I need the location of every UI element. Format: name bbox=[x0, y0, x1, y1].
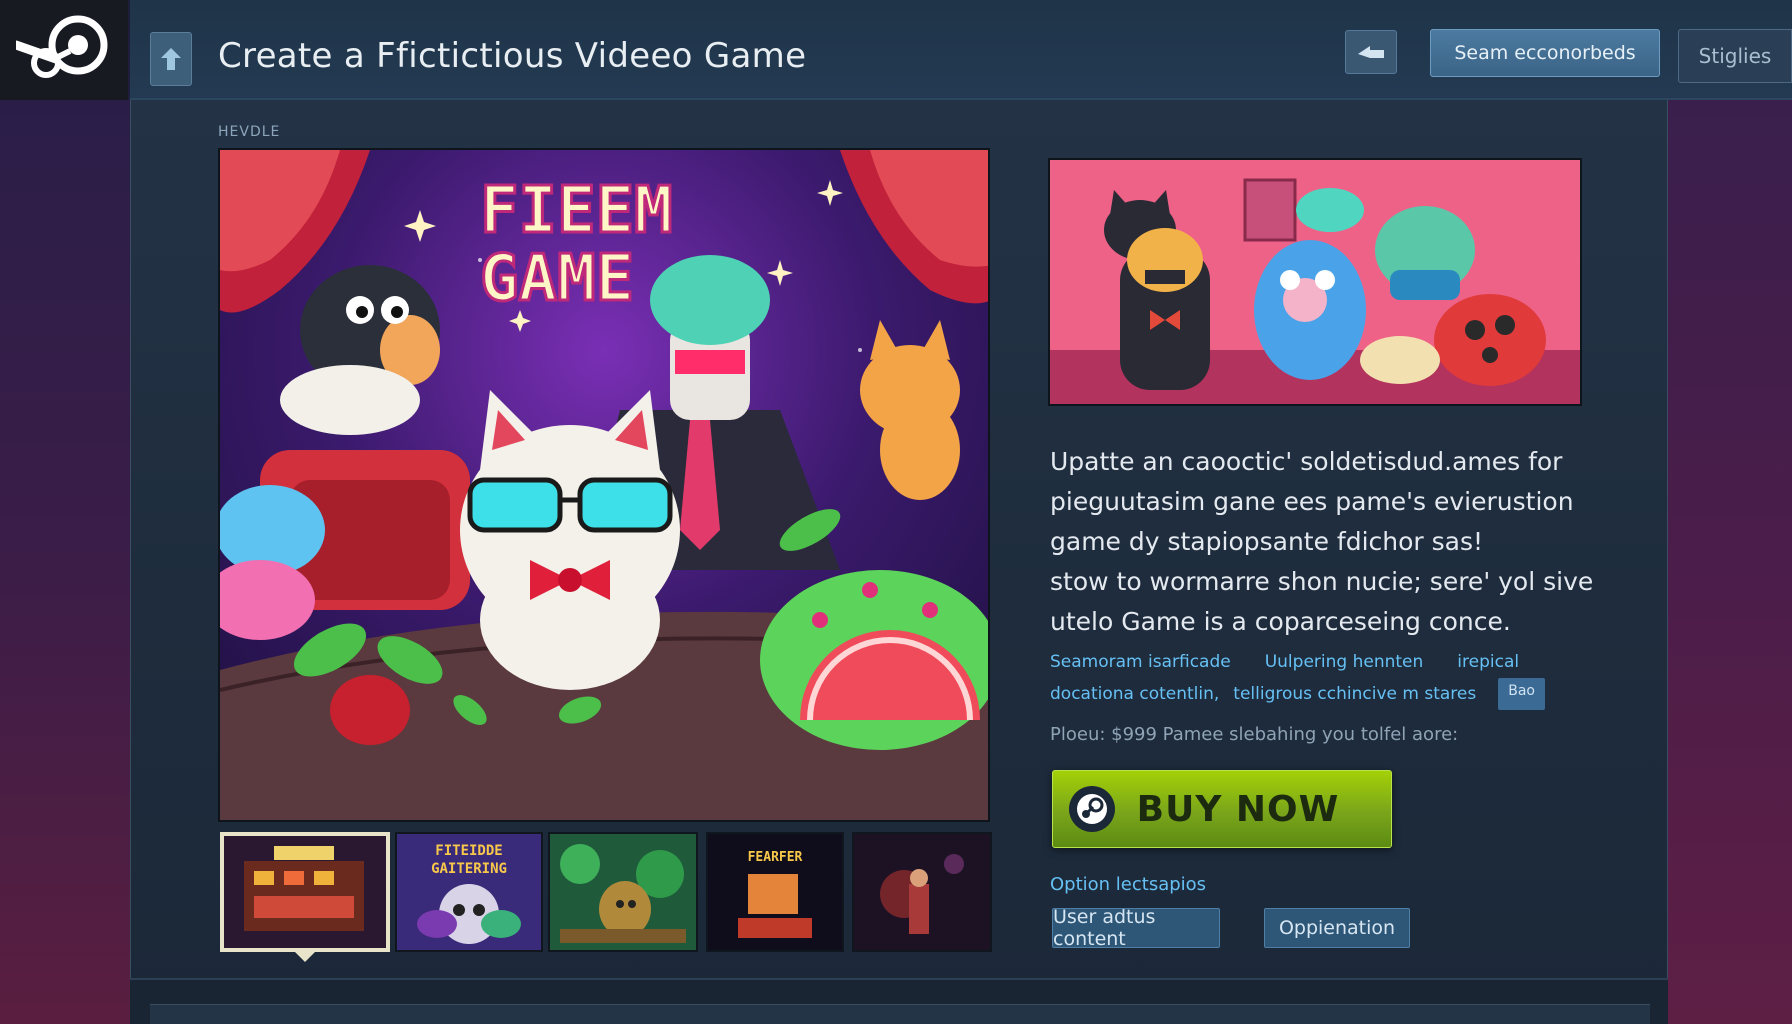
section-label: HEVDLE bbox=[218, 124, 281, 140]
page-title: Create a Ffictictious Videeo Game bbox=[218, 36, 807, 76]
thumbnail-2-caption: FITEIDDE GAITERING bbox=[431, 843, 507, 877]
options-label: Option lectsapios bbox=[1050, 874, 1207, 895]
thumbnail-5[interactable] bbox=[852, 832, 992, 952]
meta-info: Seamoram isarficade Uulpering hennten ir… bbox=[1050, 646, 1610, 710]
up-arrow-icon bbox=[161, 48, 181, 70]
thumbnail-3[interactable] bbox=[548, 832, 698, 952]
hero-title-line2: GAME bbox=[480, 242, 634, 316]
thumbnail-3-image bbox=[550, 834, 696, 950]
meta-item[interactable]: irepical bbox=[1457, 646, 1519, 678]
meta-item[interactable]: Seamoram isarficade bbox=[1050, 646, 1231, 678]
capsule-illustration bbox=[1050, 160, 1580, 404]
buy-now-label: BUY NOW bbox=[1136, 788, 1340, 830]
right-side-background bbox=[1668, 100, 1792, 1024]
hero-artwork[interactable]: FIEEM GAME bbox=[218, 148, 990, 822]
thumbnail-2[interactable]: FITEIDDE GAITERING bbox=[395, 832, 543, 952]
meta-item[interactable]: docationa cotentlin, bbox=[1050, 678, 1219, 710]
meta-item[interactable]: Uulpering hennten bbox=[1265, 646, 1424, 678]
thumbnail-1[interactable] bbox=[220, 832, 390, 952]
options-button[interactable]: Oppienation bbox=[1264, 908, 1410, 948]
left-side-background bbox=[0, 100, 130, 1024]
description-line-3: game dy stapiopsante fdichor sas! bbox=[1050, 527, 1484, 556]
nav-button-secondary[interactable]: Stiglies bbox=[1678, 29, 1792, 83]
thumbnail-active-caret bbox=[295, 952, 315, 962]
game-description: Upatte an caooctic' soldetisdud.ames for… bbox=[1050, 442, 1610, 642]
steam-logo[interactable] bbox=[0, 0, 128, 100]
thumbnail-5-image bbox=[854, 834, 990, 950]
thumbnail-4[interactable]: FEARFER bbox=[706, 832, 844, 952]
hero-title-line1: FIEEM bbox=[480, 174, 673, 248]
thumbnail-strip: FITEIDDE GAITERING FEARFER bbox=[220, 832, 992, 962]
steam-icon bbox=[1069, 786, 1115, 832]
capsule-image[interactable] bbox=[1048, 158, 1582, 406]
arrow-left-icon bbox=[1358, 46, 1384, 58]
footer-bar bbox=[150, 1004, 1650, 1024]
user-content-button[interactable]: User adtus content bbox=[1052, 906, 1220, 950]
hero-illustration: FIEEM GAME bbox=[220, 150, 988, 820]
thumbnail-4-caption: FEARFER bbox=[747, 850, 803, 865]
steam-logo-icon bbox=[16, 15, 108, 78]
meta-tag-button[interactable]: Bao bbox=[1498, 678, 1545, 710]
meta-item[interactable]: telligrous cchincive m stares bbox=[1233, 678, 1476, 710]
nav-button-primary[interactable]: Seam ecconorbeds bbox=[1430, 29, 1660, 77]
description-line-1: Upatte an caooctic' soldetisdud.ames for bbox=[1050, 447, 1563, 476]
description-line-5: utelo Game is a coparceseing conce. bbox=[1050, 607, 1511, 636]
description-line-4: stow to wormarre shon nucie; sere' yol s… bbox=[1050, 567, 1594, 596]
buy-now-button[interactable]: BUY NOW bbox=[1052, 770, 1392, 848]
description-line-2: pieguutasim gane ees pame's evierustion bbox=[1050, 487, 1574, 516]
price-line: Ploeu: $999 Pamee slebahing you tolfel a… bbox=[1050, 724, 1459, 745]
nav-arrow-button[interactable] bbox=[1345, 30, 1397, 74]
back-button[interactable] bbox=[150, 32, 192, 86]
thumbnail-1-image bbox=[224, 836, 386, 948]
